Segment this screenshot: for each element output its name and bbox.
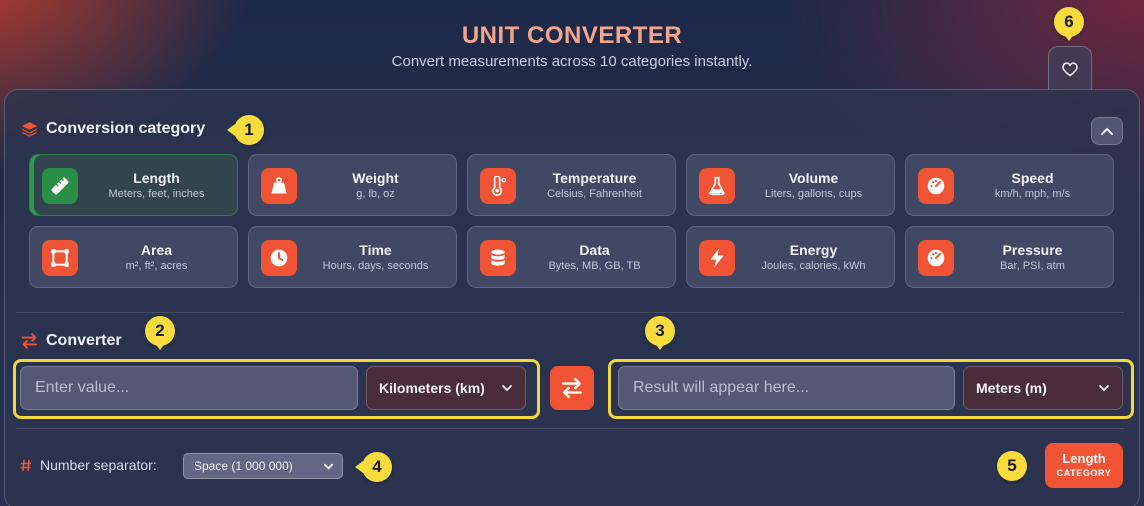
category-name: Volume — [788, 170, 839, 186]
weight-icon — [271, 177, 287, 194]
category-section-header: Conversion category — [21, 120, 205, 138]
to-unit-label: Meters (m) — [976, 380, 1047, 396]
chevron-down-icon — [502, 385, 512, 392]
category-card-volume[interactable]: Volume Liters, gallons, cups — [686, 154, 895, 216]
favorite-button[interactable] — [1048, 46, 1092, 90]
clock-icon — [270, 249, 288, 267]
category-desc: Meters, feet, inches — [108, 188, 205, 200]
gauge-icon — [927, 249, 945, 267]
annotation-marker-5: 5 — [997, 451, 1027, 481]
from-unit-label: Kilometers (km) — [379, 380, 485, 396]
category-name: Pressure — [1002, 242, 1063, 258]
app-title: UNIT CONVERTER — [461, 22, 683, 49]
category-desc: Hours, days, seconds — [322, 260, 429, 272]
category-badge: Length CATEGORY — [1045, 443, 1123, 488]
category-card-weight[interactable]: Weight g, lb, oz — [248, 154, 457, 216]
heart-icon — [1062, 61, 1078, 76]
category-badge-name: Length — [1062, 451, 1106, 466]
main-panel — [4, 89, 1140, 506]
value-input[interactable] — [20, 366, 358, 410]
annotation-marker-6: 6 — [1054, 7, 1084, 41]
category-section-title: Conversion category — [46, 120, 206, 137]
chevron-down-icon — [323, 463, 334, 470]
swap-arrows-icon — [21, 333, 38, 349]
converter-section-title: Converter — [46, 332, 122, 349]
category-card-time[interactable]: Time Hours, days, seconds — [248, 226, 457, 288]
category-name: Area — [140, 242, 173, 258]
swap-arrows-icon — [561, 378, 583, 398]
category-name: Energy — [789, 242, 838, 258]
category-desc: Liters, gallons, cups — [764, 188, 863, 200]
annotation-marker-1: 1 — [227, 115, 264, 145]
category-desc: Joules, calories, kWh — [761, 260, 866, 272]
separator-select[interactable]: Space (1 000 000) — [183, 453, 343, 479]
from-unit-select[interactable]: Kilometers (km) — [366, 366, 526, 410]
annotation-marker-3: 3 — [645, 316, 675, 350]
layers-icon — [21, 122, 38, 137]
swap-units-button[interactable] — [550, 366, 594, 410]
category-badge-caption: CATEGORY — [1056, 468, 1112, 478]
category-card-pressure[interactable]: Pressure Bar, PSI, atm — [905, 226, 1114, 288]
category-name: Length — [133, 170, 180, 186]
chevron-down-icon — [1099, 385, 1109, 392]
divider — [16, 428, 1124, 429]
separator-label-group: Number separator: — [20, 457, 157, 473]
hash-icon — [20, 459, 31, 471]
converter-section-header: Converter — [21, 332, 122, 350]
category-name: Data — [579, 242, 610, 258]
category-name: Time — [359, 242, 392, 258]
category-desc: Celsius, Fahrenheit — [547, 188, 642, 200]
category-name: Speed — [1011, 170, 1054, 186]
result-output[interactable] — [618, 366, 955, 410]
category-card-temperature[interactable]: Temperature Celsius, Fahrenheit — [467, 154, 676, 216]
category-card-data[interactable]: Data Bytes, MB, GB, TB — [467, 226, 676, 288]
category-card-energy[interactable]: Energy Joules, calories, kWh — [686, 226, 895, 288]
divider — [16, 312, 1124, 313]
category-card-area[interactable]: Area m², ft², acres — [29, 226, 238, 288]
bolt-icon — [710, 248, 724, 268]
category-name: Temperature — [552, 170, 637, 186]
category-desc: Bytes, MB, GB, TB — [548, 260, 641, 272]
category-card-speed[interactable]: Speed km/h, mph, m/s — [905, 154, 1114, 216]
area-icon — [51, 249, 69, 267]
category-name: Weight — [352, 170, 399, 186]
category-desc: Bar, PSI, atm — [1000, 260, 1065, 272]
category-card-length[interactable]: Length Meters, feet, inches — [29, 154, 238, 216]
annotation-marker-4: 4 — [355, 452, 392, 482]
to-unit-select[interactable]: Meters (m) — [963, 366, 1123, 410]
flask-icon — [709, 176, 725, 196]
gauge-icon — [927, 177, 945, 195]
ruler-icon — [51, 177, 69, 195]
category-desc: m², ft², acres — [125, 260, 188, 272]
collapse-button[interactable] — [1091, 117, 1123, 145]
separator-label: Number separator: — [40, 457, 157, 473]
annotation-marker-2: 2 — [145, 316, 175, 350]
thermometer-icon — [492, 176, 507, 196]
category-desc: g, lb, oz — [356, 188, 395, 200]
chevron-up-icon — [1101, 127, 1113, 135]
separator-value: Space (1 000 000) — [194, 459, 293, 473]
app-subtitle: Convert measurements across 10 categorie… — [391, 53, 753, 70]
category-desc: km/h, mph, m/s — [994, 188, 1071, 200]
database-icon — [491, 249, 505, 266]
